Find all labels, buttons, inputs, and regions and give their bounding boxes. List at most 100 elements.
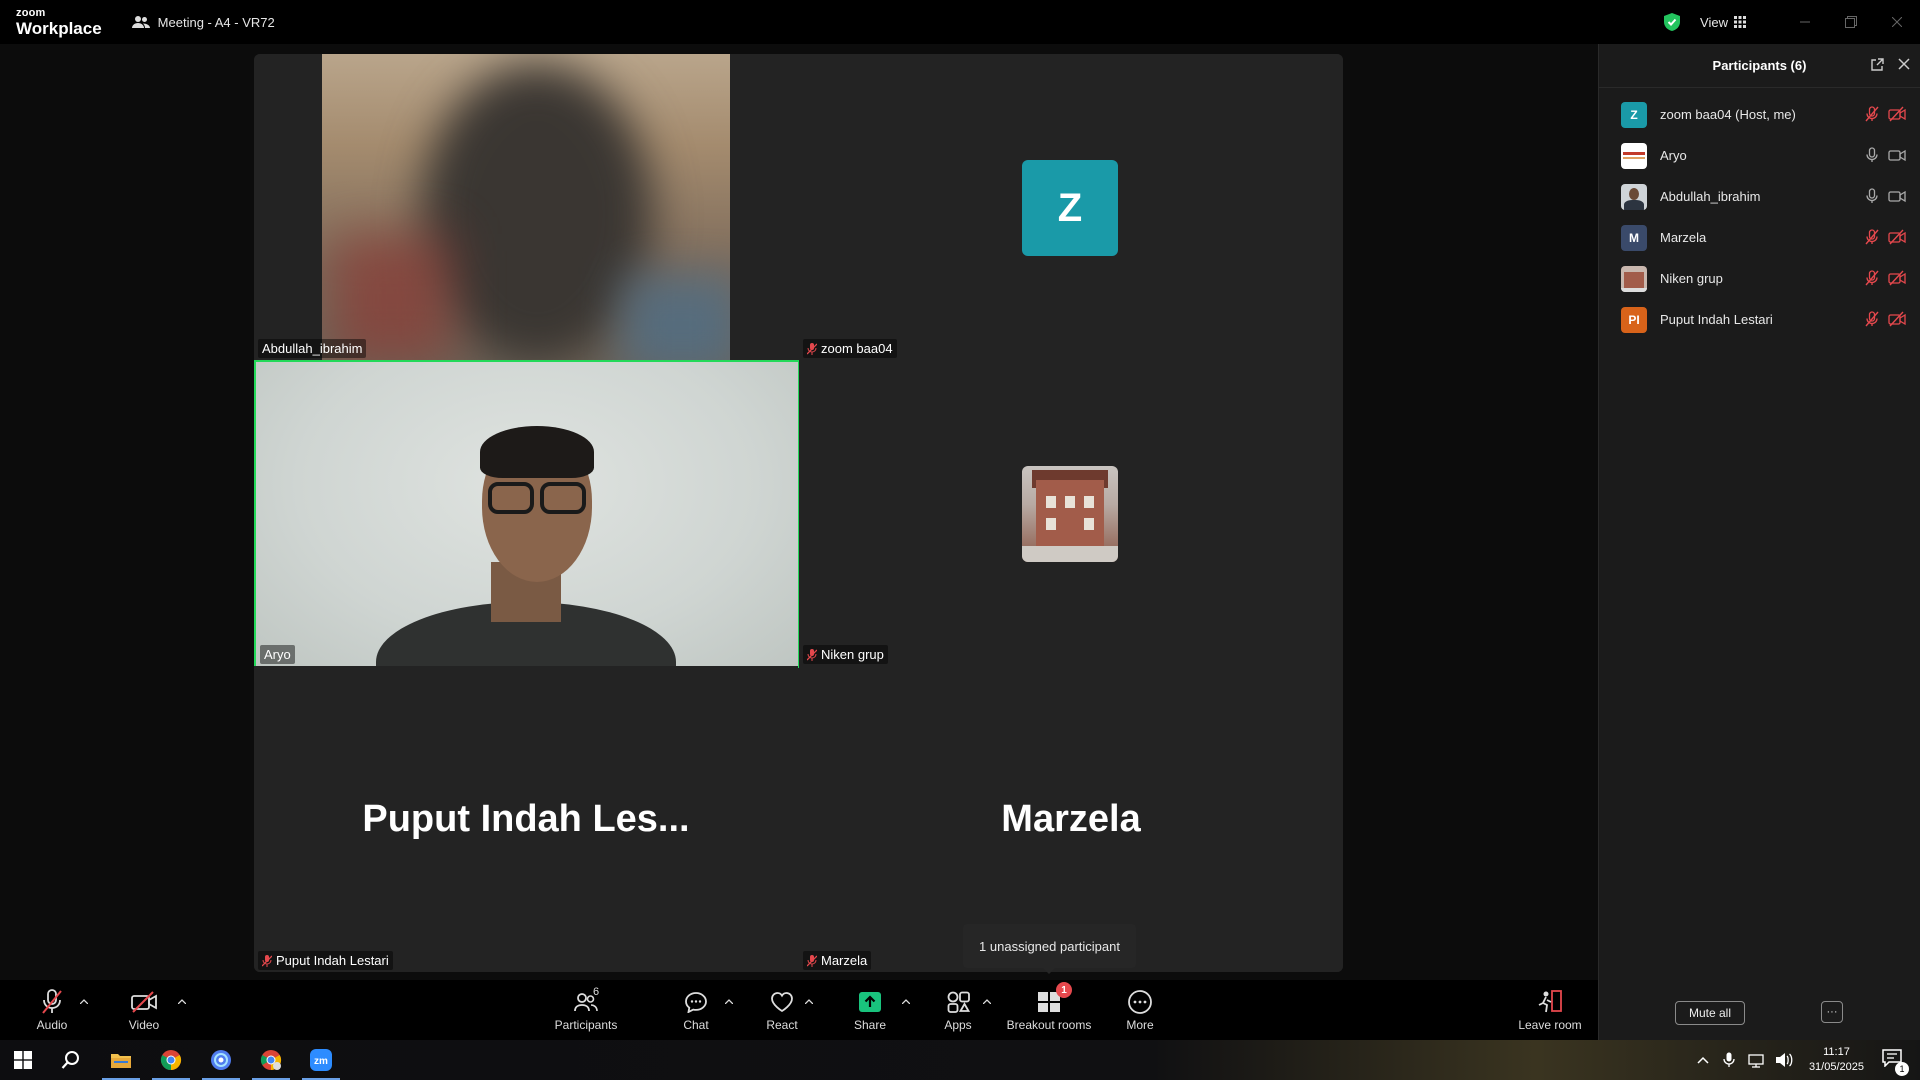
video-tile-puput[interactable]: Puput Indah Les... Puput Indah Lestari	[254, 666, 798, 972]
mic-muted-icon[interactable]	[1864, 106, 1880, 122]
video-button[interactable]: Video	[120, 980, 168, 1040]
camera-off-icon[interactable]	[1888, 229, 1906, 245]
close-window-button[interactable]	[1874, 0, 1920, 44]
leave-room-button[interactable]: Leave room	[1516, 980, 1584, 1040]
camera-icon[interactable]	[1888, 147, 1906, 163]
share-options-caret[interactable]	[899, 994, 913, 1008]
start-button[interactable]	[0, 1040, 46, 1080]
share-button[interactable]: Share	[848, 980, 892, 1040]
chevron-up-icon[interactable]	[1697, 1056, 1709, 1064]
breakout-rooms-button[interactable]: 1 Breakout rooms	[1004, 980, 1094, 1040]
search-icon	[61, 1051, 79, 1069]
tile-name: Niken grup	[821, 647, 884, 662]
participant-avatar	[1621, 183, 1647, 210]
restore-button[interactable]	[1828, 0, 1874, 44]
svg-text:zm: zm	[314, 1056, 328, 1067]
participant-row[interactable]: Abdullah_ibrahim	[1599, 176, 1920, 217]
apps-button[interactable]: Apps	[940, 980, 976, 1040]
video-tile-zoom-baa04[interactable]: Z zoom baa04	[799, 54, 1343, 360]
tile-name: Puput Indah Lestari	[276, 953, 389, 968]
restore-icon	[1845, 16, 1857, 28]
panel-more-button[interactable]: ···	[1821, 1001, 1843, 1023]
security-shield-icon[interactable]	[1664, 13, 1681, 31]
heart-icon	[771, 992, 793, 1013]
taskbar-chrome[interactable]	[148, 1040, 194, 1080]
participant-name: Marzela	[1660, 230, 1707, 245]
audio-button[interactable]: Audio	[28, 980, 76, 1040]
network-icon[interactable]	[1747, 1052, 1765, 1068]
windows-taskbar: zm 11:17 31/05/2025 1	[0, 1040, 1920, 1080]
participant-row[interactable]: M Marzela	[1599, 217, 1920, 258]
tile-name: Abdullah_ibrahim	[262, 341, 363, 356]
chat-options-caret[interactable]	[722, 994, 736, 1008]
video-options-caret[interactable]	[175, 994, 189, 1008]
breakout-label: Breakout rooms	[1006, 1018, 1092, 1032]
title-bar: zoom Workplace Meeting - A4 - VR72 View	[0, 0, 1920, 44]
view-label: View	[1700, 14, 1728, 30]
participant-avatar: Z	[1621, 101, 1647, 128]
participant-row[interactable]: Aryo	[1599, 135, 1920, 176]
volume-icon[interactable]	[1775, 1052, 1793, 1068]
mute-all-button[interactable]: Mute all	[1675, 1001, 1745, 1025]
meeting-info[interactable]: Meeting - A4 - VR72	[131, 15, 275, 30]
participant-name: Aryo	[1660, 148, 1687, 163]
windows-start-icon	[14, 1051, 32, 1069]
apps-options-caret[interactable]	[980, 994, 994, 1008]
camera-off-icon[interactable]	[1888, 106, 1906, 122]
system-tray: 11:17 31/05/2025 1	[1697, 1040, 1920, 1080]
video-tile-niken-grup[interactable]: Niken grup	[799, 360, 1343, 666]
chat-button[interactable]: Chat	[676, 980, 716, 1040]
participant-row[interactable]: Niken grup	[1599, 258, 1920, 299]
participants-count: 6	[593, 986, 600, 998]
view-button[interactable]: View	[1700, 15, 1746, 30]
video-tile-abdullah[interactable]: Abdullah_ibrahim	[254, 54, 798, 360]
taskbar-chrome-profile[interactable]	[248, 1040, 294, 1080]
camera-off-icon[interactable]	[1888, 270, 1906, 286]
minimize-button[interactable]	[1782, 0, 1828, 44]
taskbar-search[interactable]	[48, 1040, 94, 1080]
tile-name-label: Abdullah_ibrahim	[258, 339, 367, 358]
leave-room-icon	[1538, 990, 1562, 1013]
audio-options-caret[interactable]	[77, 994, 91, 1008]
video-tile-aryo[interactable]: Aryo	[254, 360, 800, 668]
participant-video	[322, 54, 730, 360]
folder-icon	[111, 1054, 131, 1068]
more-button[interactable]: More	[1120, 980, 1160, 1040]
share-label: Share	[853, 1018, 887, 1032]
taskbar-zoom[interactable]: zm	[298, 1040, 344, 1080]
mic-muted-icon[interactable]	[1864, 311, 1880, 327]
participant-row[interactable]: PI Puput Indah Lestari	[1599, 299, 1920, 340]
participants-button[interactable]: 6 Participants	[550, 980, 622, 1040]
participant-name: Niken grup	[1660, 271, 1723, 286]
taskbar-file-explorer[interactable]	[98, 1040, 144, 1080]
participant-name: zoom baa04 (Host, me)	[1660, 107, 1796, 122]
react-options-caret[interactable]	[802, 994, 816, 1008]
share-screen-icon	[859, 992, 881, 1012]
participant-avatar: M	[1621, 224, 1647, 251]
taskbar-browser-app[interactable]	[198, 1040, 244, 1080]
camera-icon[interactable]	[1888, 188, 1906, 204]
close-panel-icon[interactable]	[1898, 58, 1910, 70]
taskbar-clock[interactable]: 11:17 31/05/2025	[1809, 1045, 1864, 1075]
mic-tray-icon[interactable]	[1723, 1052, 1735, 1068]
mic-icon[interactable]	[1864, 147, 1880, 163]
avatar	[1022, 466, 1118, 562]
chevron-up-icon	[178, 998, 186, 1004]
chat-icon	[685, 992, 707, 1013]
logo-line-2: Workplace	[16, 18, 102, 38]
clock-time: 11:17	[1823, 1046, 1850, 1058]
more-label: More	[1126, 1018, 1154, 1032]
chevron-up-icon	[983, 998, 991, 1004]
participant-video-active-speaker: Aryo	[254, 360, 800, 668]
chevron-up-icon	[725, 998, 733, 1004]
mic-muted-icon[interactable]	[1864, 229, 1880, 245]
participant-row[interactable]: Z zoom baa04 (Host, me)	[1599, 94, 1920, 135]
tile-name: Marzela	[821, 953, 868, 968]
mic-muted-icon[interactable]	[1864, 270, 1880, 286]
pop-out-icon[interactable]	[1870, 58, 1884, 72]
mic-icon[interactable]	[1864, 188, 1880, 204]
notification-center-button[interactable]: 1	[1882, 1048, 1909, 1076]
camera-off-icon[interactable]	[1888, 311, 1906, 327]
chevron-up-icon	[80, 998, 88, 1004]
react-button[interactable]: React	[760, 980, 804, 1040]
